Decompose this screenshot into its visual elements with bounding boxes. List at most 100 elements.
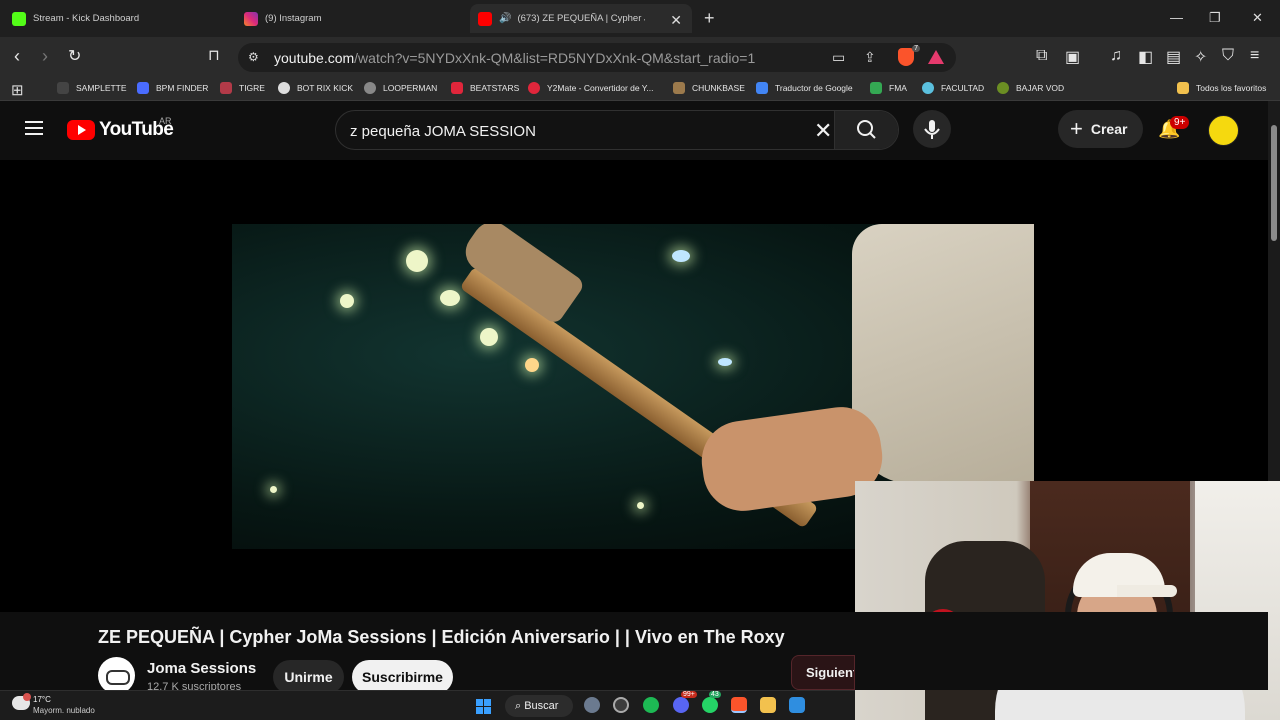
bookmark-icon[interactable]: ⊓ (208, 46, 220, 64)
apps-grid-icon[interactable]: ⊞ (11, 81, 24, 99)
browser-tab-bar: Stream - Kick Dashboard (9) Instagram 🔊 … (0, 0, 1280, 37)
cap-brim (1117, 585, 1177, 597)
taskbar-search-label: Buscar (524, 700, 559, 712)
site-settings-icon[interactable]: ⚙ (248, 50, 259, 64)
settings-app-icon[interactable] (584, 697, 600, 713)
folder-icon (1177, 82, 1189, 94)
clear-search-icon[interactable]: ✕ (814, 118, 832, 144)
search-button[interactable] (834, 111, 898, 149)
address-bar[interactable]: ⚙ youtube.com/watch?v=5NYDxXnk-QM&list=R… (238, 43, 956, 72)
leo-icon[interactable]: ▣ (1065, 47, 1080, 67)
stage-light (672, 250, 690, 262)
share-icon[interactable]: ⇪ (864, 49, 876, 66)
url-path: /watch?v=5NYDxXnk-QM&list=RD5NYDxXnk-QM&… (354, 50, 756, 66)
start-button[interactable] (476, 699, 491, 714)
bookmark-item[interactable]: CHUNKBASE (673, 82, 745, 94)
bookmark-item[interactable]: Y2Mate - Convertidor de Y... (528, 82, 653, 94)
bookmark-item[interactable]: LOOPERMAN (364, 82, 437, 94)
menu-icon[interactable]: ≡ (1250, 47, 1259, 65)
bookmarks-bar: ⊞ SAMPLETTE BPM FINDER TIGRE BOT RIX KIC… (0, 77, 1280, 101)
tab-youtube-active[interactable]: 🔊 (673) ZE PEQUEÑA | Cypher JoMa Sessi ✕ (470, 4, 692, 33)
bookmark-item[interactable]: FACULTAD (922, 82, 984, 94)
ai-icon[interactable]: ✧ (1194, 47, 1207, 67)
photos-app-icon[interactable] (789, 697, 805, 713)
bookmark-favicon-icon (278, 82, 290, 94)
taskbar-search[interactable]: ⌕ Buscar (505, 695, 573, 717)
audio-playing-icon: 🔊 (499, 13, 512, 24)
whatsapp-app-icon[interactable] (702, 697, 718, 713)
channel-name[interactable]: Joma Sessions (147, 660, 256, 677)
weather-condition: Mayorm. nublado (33, 706, 95, 715)
bookmark-item[interactable]: Traductor de Google (756, 82, 853, 94)
voice-search-button[interactable] (913, 110, 951, 148)
extensions-icon[interactable]: ⧉ (1036, 47, 1047, 65)
brave-shields-icon[interactable]: 7 (898, 45, 920, 66)
tab-instagram[interactable]: (9) Instagram (244, 4, 454, 33)
new-tab-icon[interactable]: + (704, 8, 715, 29)
bookmark-label: BEATSTARS (470, 83, 520, 93)
restore-icon[interactable]: ❐ (1209, 10, 1221, 26)
bookmark-item[interactable]: BAJAR VOD (997, 82, 1064, 94)
bookmark-favicon-icon (57, 82, 69, 94)
brave-app-icon[interactable] (731, 697, 747, 713)
bookmark-favicon-icon (364, 82, 376, 94)
bookmark-label: CHUNKBASE (692, 83, 745, 93)
brave-rewards-icon[interactable] (928, 50, 944, 64)
windows-taskbar: 17°C Mayorm. nublado ⌕ Buscar 99+ 43 (0, 690, 855, 720)
account-avatar[interactable] (1208, 115, 1239, 146)
bookmark-item[interactable]: FMA (870, 82, 907, 94)
weather-temperature[interactable]: 17°C (33, 695, 51, 704)
media-icon[interactable]: ♫ (1110, 47, 1122, 65)
youtube-icon (478, 11, 492, 26)
create-button[interactable]: + Crear (1058, 110, 1143, 148)
close-tab-icon[interactable]: ✕ (670, 12, 682, 29)
sidebar-icon[interactable]: ◧ (1138, 47, 1153, 67)
country-code: AR (159, 116, 172, 126)
youtube-logo[interactable]: YouTube (67, 119, 174, 141)
spotify-app-icon[interactable] (643, 697, 659, 713)
close-window-icon[interactable]: ✕ (1252, 10, 1263, 26)
url-text: youtube.com/watch?v=5NYDxXnk-QM&list=RD5… (274, 50, 755, 66)
forward-icon[interactable]: › (42, 46, 48, 67)
bookmark-item[interactable]: BPM FINDER (137, 82, 208, 94)
stage-light (637, 502, 644, 509)
minimize-icon[interactable]: — (1170, 10, 1183, 25)
bookmark-item[interactable]: TIGRE (220, 82, 265, 94)
bookmark-label: BOT RIX KICK (297, 83, 354, 93)
bookmark-label: SAMPLETTE (76, 83, 127, 93)
search-input[interactable] (350, 120, 800, 142)
all-bookmarks[interactable]: Todos los favoritos (1177, 82, 1266, 94)
join-button[interactable]: Unirme (273, 660, 344, 694)
channel-avatar[interactable] (98, 657, 135, 694)
vpn-icon[interactable]: ⛉ (1222, 47, 1234, 65)
subscribe-button[interactable]: Suscribirme (352, 660, 453, 694)
create-label: Crear (1090, 121, 1128, 137)
back-icon[interactable]: ‹ (14, 46, 20, 67)
notification-count-badge: 9+ (1170, 116, 1190, 129)
guide-menu-icon[interactable] (25, 121, 43, 135)
stage-light (525, 358, 539, 372)
kick-icon (12, 11, 26, 26)
all-bookmarks-label: Todos los favoritos (1196, 83, 1267, 93)
bookmark-item[interactable]: BOT RIX KICK (278, 82, 353, 94)
bookmark-favicon-icon (673, 82, 685, 94)
browser-toolbar: ‹ › ↻ ⊓ ⚙ youtube.com/watch?v=5NYDxXnk-Q… (0, 37, 1280, 77)
wallet-icon[interactable]: ▤ (1166, 47, 1181, 67)
scrollbar-thumb[interactable] (1271, 125, 1277, 241)
bookmark-item[interactable]: SAMPLETTE (57, 82, 127, 94)
weather-alert-badge (23, 693, 31, 701)
tab-kick-dashboard[interactable]: Stream - Kick Dashboard (12, 4, 222, 33)
next-video-chip[interactable]: Siguient (791, 655, 855, 690)
search-icon: ⌕ (515, 700, 525, 712)
cast-icon[interactable]: ▭ (832, 49, 845, 66)
stage-light (270, 486, 277, 493)
discord-badge: 99+ (681, 691, 697, 698)
github-app-icon[interactable] (613, 697, 629, 713)
bookmark-item[interactable]: BEATSTARS (451, 82, 519, 94)
reload-icon[interactable]: ↻ (68, 46, 81, 66)
file-explorer-icon[interactable] (760, 697, 776, 713)
youtube-play-icon (67, 120, 95, 140)
bookmark-favicon-icon (137, 82, 149, 94)
search-icon (857, 120, 876, 139)
discord-app-icon[interactable] (673, 697, 689, 713)
